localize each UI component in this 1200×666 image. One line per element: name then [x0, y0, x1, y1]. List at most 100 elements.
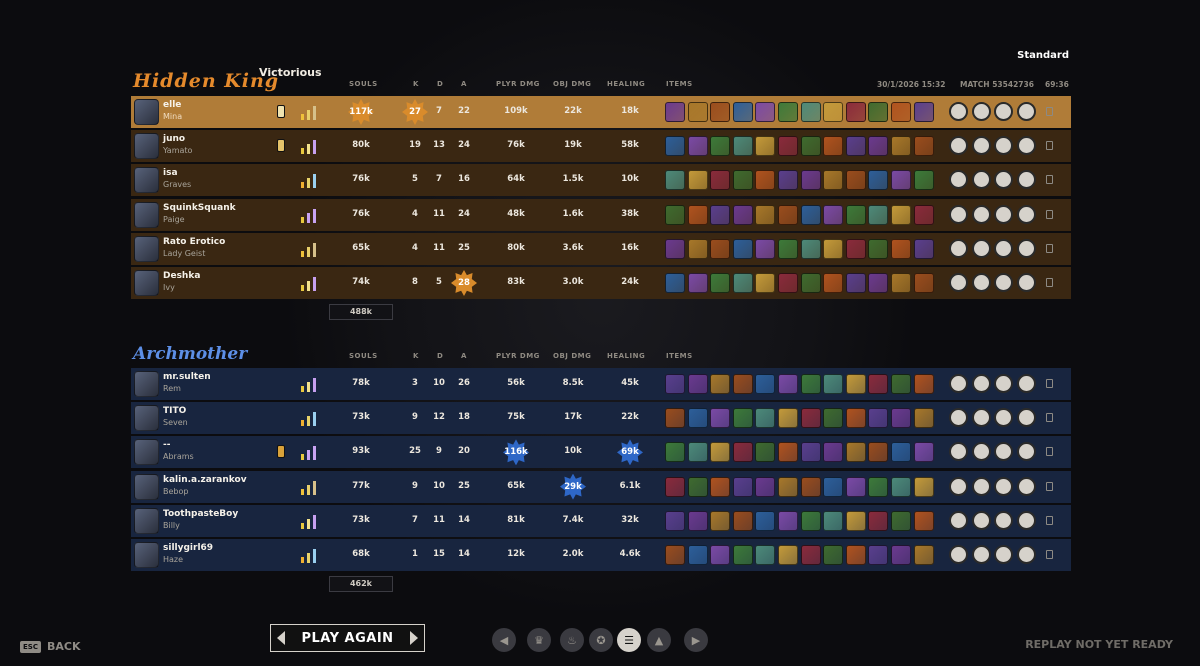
item-slot-icon[interactable] — [687, 510, 708, 531]
item-slot-icon[interactable] — [800, 272, 821, 293]
medal-icon[interactable]: ✪ — [589, 628, 613, 652]
item-slot-icon[interactable] — [823, 204, 844, 225]
item-slot-icon[interactable] — [890, 136, 911, 157]
item-slot-icon[interactable] — [755, 442, 776, 463]
ability-icon[interactable] — [1016, 170, 1036, 190]
item-slot-icon[interactable] — [868, 510, 889, 531]
item-slot-icon[interactable] — [800, 544, 821, 565]
ability-icon[interactable] — [1016, 204, 1036, 224]
item-slot-icon[interactable] — [800, 170, 821, 191]
player-row[interactable]: kalin.a.zarankov Bebop 77k 9 10 25 65k 29k 6.1k — [131, 470, 1071, 503]
ability-icon[interactable] — [971, 510, 991, 530]
item-slot-icon[interactable] — [777, 408, 798, 429]
item-slot-icon[interactable] — [800, 204, 821, 225]
ability-icon[interactable] — [949, 272, 968, 292]
ability-icon[interactable] — [994, 442, 1013, 462]
ability-icon[interactable] — [949, 374, 968, 393]
item-slot-icon[interactable] — [687, 408, 708, 429]
item-slot-icon[interactable] — [732, 204, 753, 225]
copy-icon[interactable] — [1046, 175, 1053, 185]
item-slot-icon[interactable] — [845, 204, 866, 225]
item-slot-icon[interactable] — [687, 442, 708, 463]
item-slot-icon[interactable] — [890, 510, 911, 531]
copy-icon[interactable] — [1046, 243, 1053, 253]
item-slot-icon[interactable] — [665, 442, 685, 463]
item-slot-icon[interactable] — [732, 272, 753, 293]
item-slot-icon[interactable] — [845, 510, 866, 531]
item-slot-icon[interactable] — [732, 374, 753, 394]
item-slot-icon[interactable] — [732, 442, 753, 463]
item-slot-icon[interactable] — [710, 408, 731, 429]
item-slot-icon[interactable] — [777, 136, 798, 157]
item-slot-icon[interactable] — [823, 510, 844, 531]
ability-icon[interactable] — [1016, 544, 1036, 564]
item-slot-icon[interactable] — [665, 136, 685, 157]
item-slot-icon[interactable] — [890, 204, 911, 225]
ability-icon[interactable] — [994, 510, 1013, 530]
item-slot-icon[interactable] — [777, 272, 798, 293]
ability-icon[interactable] — [994, 102, 1013, 121]
item-slot-icon[interactable] — [777, 544, 798, 565]
item-slot-icon[interactable] — [868, 170, 889, 191]
play-again-button[interactable]: PLAY AGAIN — [270, 624, 425, 652]
ability-icon[interactable] — [971, 204, 991, 224]
item-slot-icon[interactable] — [823, 136, 844, 157]
item-slot-icon[interactable] — [913, 204, 934, 225]
item-slot-icon[interactable] — [755, 476, 776, 497]
ability-icon[interactable] — [971, 238, 991, 258]
item-slot-icon[interactable] — [890, 476, 911, 497]
player-row[interactable]: sillygirl69 Haze 68k 1 15 14 12k 2.0k 4.6k — [131, 538, 1071, 571]
ability-icon[interactable] — [949, 544, 968, 564]
ability-icon[interactable] — [994, 374, 1013, 393]
item-slot-icon[interactable] — [823, 374, 844, 394]
item-slot-icon[interactable] — [687, 374, 708, 394]
player-row[interactable]: isa Graves 76k 5 7 16 64k 1.5k 10k — [131, 164, 1071, 197]
ability-icon[interactable] — [971, 442, 991, 462]
item-slot-icon[interactable] — [868, 238, 889, 259]
item-slot-icon[interactable] — [913, 374, 934, 394]
ability-icon[interactable] — [949, 136, 968, 156]
item-slot-icon[interactable] — [687, 204, 708, 225]
item-slot-icon[interactable] — [665, 408, 685, 429]
ability-icon[interactable] — [1016, 476, 1036, 496]
ability-icon[interactable] — [1016, 136, 1036, 156]
item-slot-icon[interactable] — [665, 238, 685, 259]
ability-icon[interactable] — [949, 510, 968, 530]
player-row[interactable]: juno Yamato 80k 19 13 24 76k 19k 58k — [131, 130, 1071, 163]
item-slot-icon[interactable] — [845, 408, 866, 429]
item-slot-icon[interactable] — [913, 544, 934, 565]
item-slot-icon[interactable] — [777, 204, 798, 225]
item-slot-icon[interactable] — [845, 476, 866, 497]
item-slot-icon[interactable] — [732, 136, 753, 157]
item-slot-icon[interactable] — [890, 102, 911, 122]
item-slot-icon[interactable] — [868, 136, 889, 157]
item-slot-icon[interactable] — [800, 442, 821, 463]
item-slot-icon[interactable] — [868, 476, 889, 497]
player-row[interactable]: ToothpasteBoy Billy 73k 7 11 14 81k 7.4k 32k — [131, 504, 1071, 537]
item-slot-icon[interactable] — [913, 408, 934, 429]
item-slot-icon[interactable] — [710, 170, 731, 191]
item-slot-icon[interactable] — [890, 374, 911, 394]
item-slot-icon[interactable] — [755, 136, 776, 157]
item-slot-icon[interactable] — [777, 510, 798, 531]
item-slot-icon[interactable] — [665, 272, 685, 293]
item-slot-icon[interactable] — [800, 374, 821, 394]
ability-icon[interactable] — [1016, 510, 1036, 530]
ability-icon[interactable] — [1016, 238, 1036, 258]
item-slot-icon[interactable] — [665, 510, 685, 531]
ability-icon[interactable] — [949, 204, 968, 224]
item-slot-icon[interactable] — [777, 374, 798, 394]
item-slot-icon[interactable] — [755, 204, 776, 225]
item-slot-icon[interactable] — [665, 204, 685, 225]
item-slot-icon[interactable] — [777, 442, 798, 463]
item-slot-icon[interactable] — [732, 408, 753, 429]
item-slot-icon[interactable] — [710, 272, 731, 293]
item-slot-icon[interactable] — [823, 544, 844, 565]
item-slot-icon[interactable] — [755, 544, 776, 565]
item-slot-icon[interactable] — [665, 374, 685, 394]
item-slot-icon[interactable] — [868, 272, 889, 293]
item-slot-icon[interactable] — [868, 204, 889, 225]
player-row[interactable]: Deshka Ivy 74k 8 5 28 83k 3.0k 24k — [131, 266, 1071, 299]
item-slot-icon[interactable] — [913, 102, 934, 122]
item-slot-icon[interactable] — [665, 544, 685, 565]
